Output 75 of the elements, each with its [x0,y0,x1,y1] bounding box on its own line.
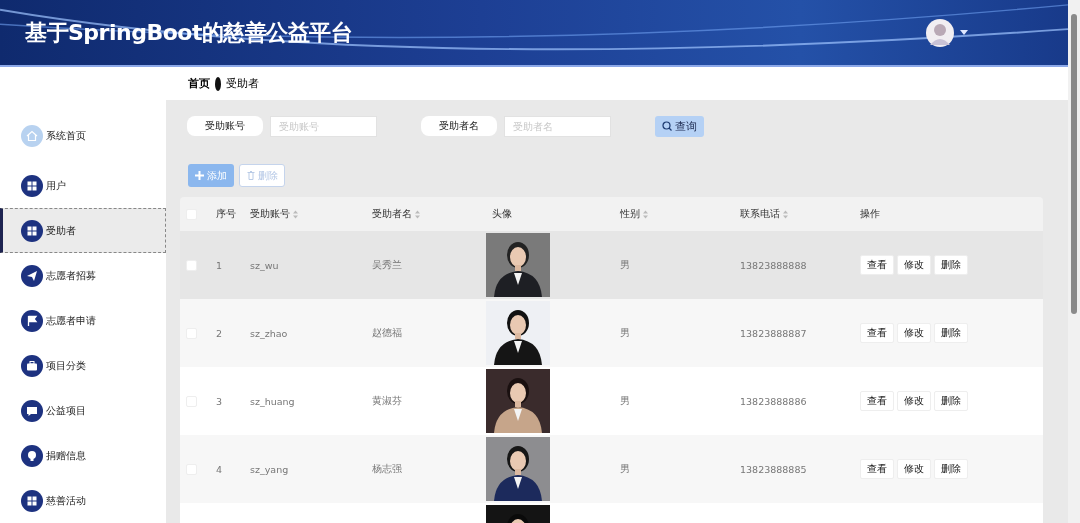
table-cell: 吴秀兰 [372,258,402,270]
sidebar-item[interactable]: 公益项目 [0,388,166,433]
grid-icon [21,174,43,197]
sidebar-item[interactable]: 志愿者招募 [0,253,166,298]
sort-icon[interactable] [783,209,788,219]
table-cell: 1 [216,259,223,271]
trash-icon [246,171,255,180]
table-cell: sz_yang [250,463,289,475]
column-header: 序号 [216,207,236,221]
field-label: 受助账号 [187,116,263,136]
sort-icon[interactable] [415,209,420,219]
table-cell: 赵德福 [372,326,402,338]
sort-icon[interactable] [293,209,298,219]
action-button[interactable]: 查看 [860,323,894,343]
column-header: 联系电话 [740,207,780,221]
table-cell: 男 [620,258,630,270]
chat-icon [21,399,43,422]
table-cell: 男 [620,326,630,338]
breadcrumb-link[interactable]: 首页 [188,76,210,91]
action-button[interactable]: 删除 [934,255,968,275]
checkbox[interactable] [186,259,197,271]
sidebar-item[interactable]: 受助者 [0,208,166,253]
action-button[interactable]: 删除 [934,459,968,479]
grid-icon [21,489,43,512]
column-header: 操作 [860,207,880,221]
action-button[interactable]: 删除 [934,391,968,411]
avatar-icon[interactable] [926,18,954,47]
table-cell: 2 [216,327,223,339]
table-cell: 13823888887 [740,327,807,339]
search-icon [662,121,672,131]
bulb-icon [21,444,43,467]
table-cell: 杨志强 [372,462,402,474]
table-cell: 13823888886 [740,395,807,407]
table-cell: 黄淑芬 [372,394,402,406]
sort-icon[interactable] [643,209,648,219]
caret-icon[interactable] [960,30,968,35]
action-button[interactable]: 删除 [934,323,968,343]
sidebar-item[interactable]: 用户 [0,163,166,208]
flag-icon [21,309,43,332]
action-button[interactable]: 修改 [897,391,931,411]
sidebar-item[interactable]: 捐赠信息 [0,433,166,478]
column-header: 头像 [492,207,512,221]
table-cell: 男 [620,462,630,474]
action-button[interactable]: 修改 [897,323,931,343]
plus-icon [195,171,204,180]
action-button[interactable]: 查看 [860,255,894,275]
table-cell: sz_huang [250,395,295,407]
briefcase-icon [21,354,43,377]
table-cell: 13823888888 [740,259,807,271]
scrollbar[interactable] [1068,0,1080,523]
sidebar-item[interactable]: 系统首页 [0,109,166,163]
breadcrumb-item: 受助者 [226,76,259,91]
table-cell: 3 [216,395,223,407]
sidebar-item[interactable]: 志愿者申请 [0,298,166,343]
action-button[interactable]: 修改 [897,459,931,479]
field-label: 受助者名 [421,116,497,136]
sidebar-item[interactable]: 项目分类 [0,343,166,388]
table-cell: 13823888885 [740,463,807,475]
sidebar-item[interactable]: 慈善活动 [0,478,166,523]
action-button[interactable]: 查看 [860,391,894,411]
home-icon [21,125,43,147]
column-header: 受助者名 [372,207,412,221]
table-cell: sz_wu [250,259,279,271]
column-header: 性别 [620,207,640,221]
table-cell: sz_zhao [250,327,288,339]
separator-icon [215,76,221,91]
plane-icon [21,264,43,287]
search-button[interactable]: 查询 [655,115,704,137]
grid-icon [21,219,43,242]
table-cell: 男 [620,394,630,406]
column-header: 受助账号 [250,207,290,221]
app-title: 基于SpringBoot的慈善公益平台 [25,18,353,47]
action-button[interactable]: 查看 [860,459,894,479]
table-cell: 4 [216,463,223,475]
action-button[interactable]: 修改 [897,255,931,275]
